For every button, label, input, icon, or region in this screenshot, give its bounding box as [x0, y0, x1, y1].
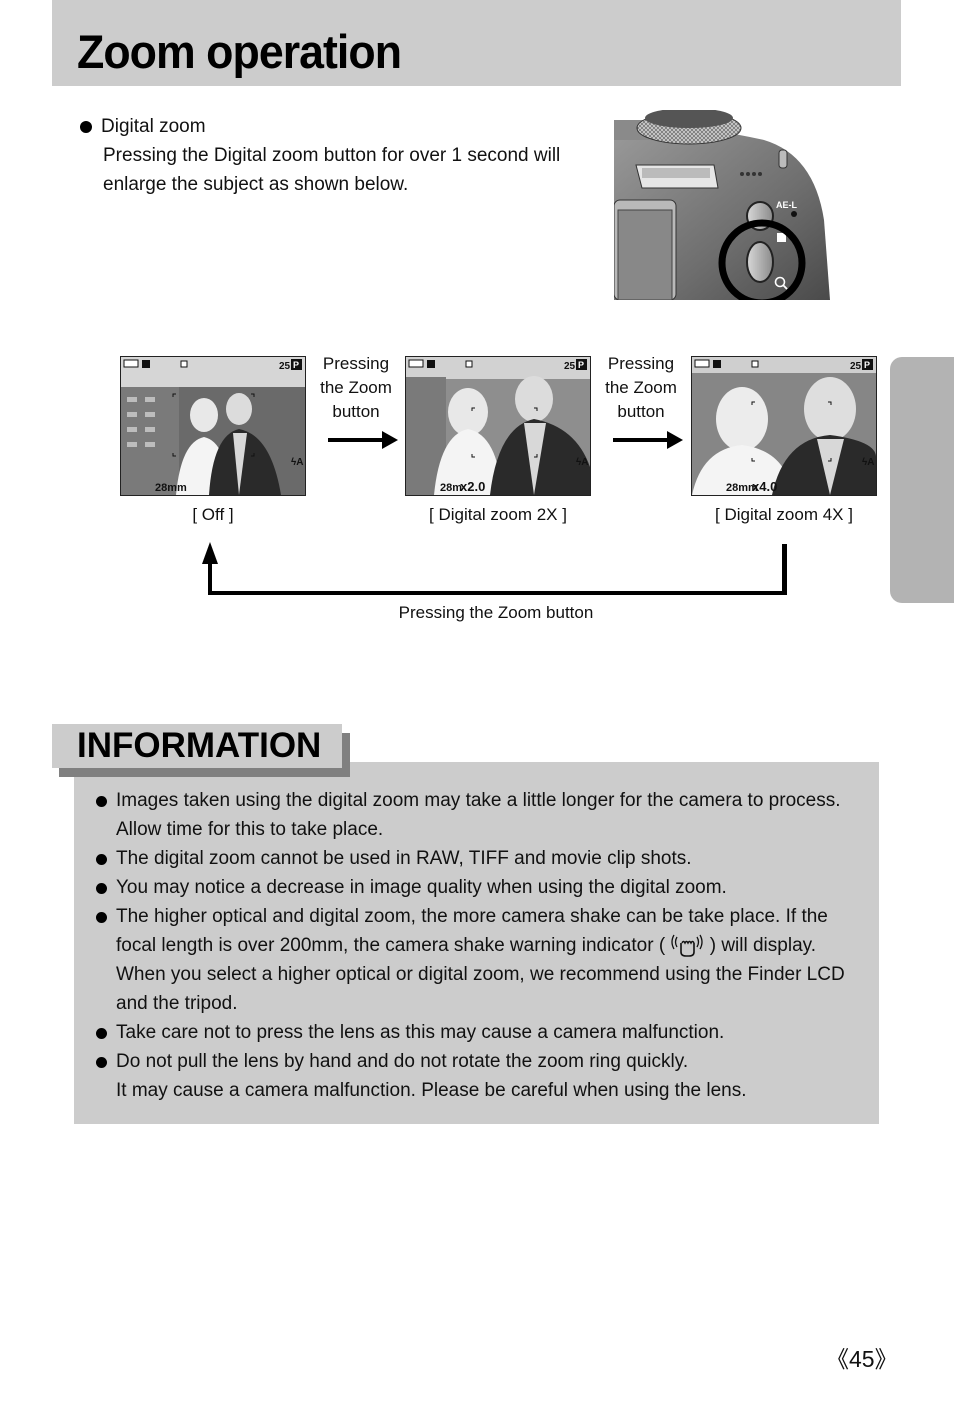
info-item: Images taken using the digital zoom may …	[96, 786, 866, 844]
bullet-icon	[96, 1028, 107, 1039]
zoom-factor: x2.0	[460, 479, 485, 494]
title-bar: Zoom operation	[52, 0, 901, 86]
bullet-icon	[96, 912, 107, 923]
bullet-icon	[80, 120, 92, 133]
svg-text:AE-L: AE-L	[776, 200, 797, 210]
focal-length: 28mm	[155, 482, 187, 494]
screen-caption: [ Off ]	[192, 505, 234, 524]
page-number: 《45》	[826, 1346, 898, 1372]
info-item: You may notice a decrease in image quali…	[96, 873, 866, 902]
svg-text:P: P	[578, 360, 584, 370]
lcd-screen-2x: 25 P 28m x2.0 ϟA	[405, 356, 591, 496]
information-list: Images taken using the digital zoom may …	[96, 786, 866, 1105]
info-item: Take care not to press the lens as this …	[96, 1018, 866, 1047]
svg-text:P: P	[864, 360, 870, 370]
bullet-icon	[96, 1057, 107, 1068]
intro-line: enlarge the subject as shown below.	[103, 174, 409, 195]
svg-text:ϟA: ϟA	[576, 457, 589, 468]
svg-text:ϟA: ϟA	[862, 457, 875, 468]
info-item: The digital zoom cannot be used in RAW, …	[96, 844, 866, 873]
zoom-factor: x4.0	[752, 479, 777, 494]
shots-remaining: 25	[279, 361, 291, 372]
intro-section: Digital zoom Pressing the Digital zoom b…	[80, 112, 560, 199]
loop-arrow-line	[208, 591, 787, 595]
info-item: Do not pull the lens by hand and do not …	[96, 1047, 866, 1105]
right-arrow-icon	[613, 431, 683, 449]
bullet-icon	[96, 854, 107, 865]
loop-arrow-line	[782, 544, 787, 595]
step-label: Pressing the Zoom button	[605, 354, 677, 421]
shots-remaining: 25	[850, 361, 862, 372]
screen-caption: [ Digital zoom 4X ]	[715, 505, 853, 524]
camera-illustration: AE-L	[614, 110, 830, 300]
camera-shake-warning-icon	[670, 933, 704, 959]
svg-text:P: P	[293, 360, 299, 370]
intro-line: Pressing the Digital zoom button for ove…	[103, 145, 561, 166]
side-tab	[890, 357, 954, 603]
shots-remaining: 25	[564, 361, 576, 372]
svg-text:ϟA: ϟA	[291, 457, 304, 468]
bullet-icon	[96, 796, 107, 807]
lcd-screen-off: 25 P 28mm ϟA	[120, 356, 306, 496]
info-item: The higher optical and digital zoom, the…	[96, 902, 866, 1018]
step-label: Pressing the Zoom button	[320, 354, 392, 421]
focal-length: 28m	[440, 482, 462, 494]
loop-arrow-line	[208, 560, 212, 595]
right-arrow-icon	[328, 431, 398, 449]
bullet-icon	[96, 883, 107, 894]
information-heading: INFORMATION	[52, 724, 342, 768]
loop-caption: Pressing the Zoom button	[398, 603, 594, 622]
screen-caption: [ Digital zoom 2X ]	[429, 505, 567, 524]
page-title: Zoom operation	[77, 25, 402, 78]
lcd-screen-4x: 25 P 28mm x4.0 ϟA	[691, 356, 877, 496]
intro-heading: Digital zoom	[101, 116, 206, 137]
